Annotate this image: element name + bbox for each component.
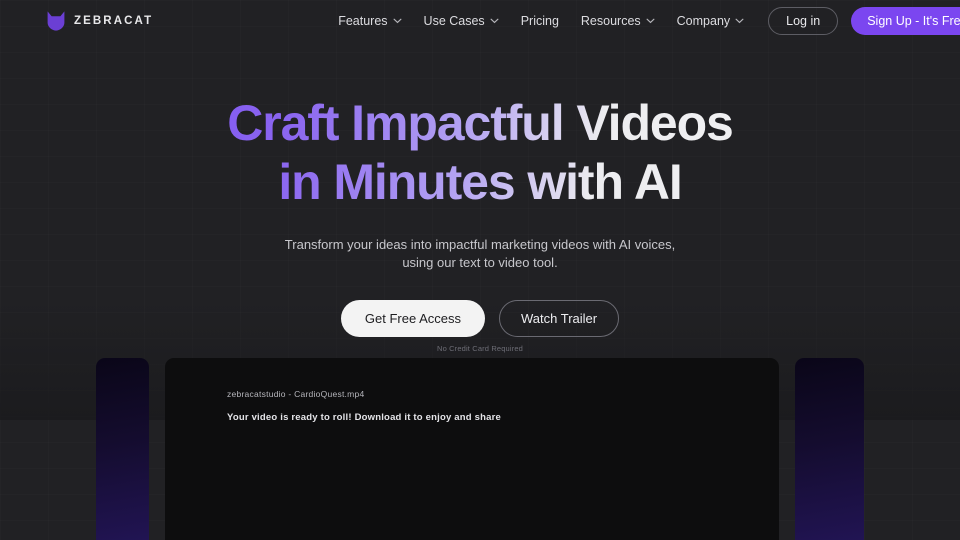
preview-main-panel[interactable]: zebracatstudio - CardioQuest.mp4 Your vi… (165, 358, 779, 540)
no-credit-card-disclaimer: No Credit Card Required (437, 343, 523, 353)
page-title: Craft Impactful Videos in Minutes with A… (0, 96, 960, 213)
site-header: ZEBRACAT Features Use Cases Pricing Reso… (0, 0, 960, 42)
zebracat-cat-head-logo-icon (47, 11, 65, 31)
nav-item-features[interactable]: Features (338, 14, 402, 28)
main-navigation: Features Use Cases Pricing Resources Com… (338, 14, 744, 28)
chevron-down-icon (646, 18, 655, 24)
nav-item-company[interactable]: Company (677, 14, 745, 28)
video-filename-label: zebracatstudio - CardioQuest.mp4 (227, 389, 365, 399)
hero-section: Craft Impactful Videos in Minutes with A… (0, 96, 960, 353)
nav-item-label: Use Cases (423, 14, 485, 28)
brand-logo[interactable]: ZEBRACAT (47, 11, 153, 31)
nav-item-label: Pricing (520, 14, 559, 28)
watch-trailer-button[interactable]: Watch Trailer (499, 299, 620, 337)
signup-button[interactable]: Sign Up - It's Free (851, 7, 960, 35)
subtitle-line-2: using our text to video tool. (402, 255, 558, 271)
chevron-down-icon (393, 18, 402, 24)
nav-item-label: Resources (580, 14, 641, 28)
preview-right-panel (795, 358, 864, 540)
subtitle-line-1: Transform your ideas into impactful mark… (284, 237, 676, 252)
nav-item-use-cases[interactable]: Use Cases (424, 14, 499, 28)
preview-left-panel (96, 358, 149, 540)
chevron-down-icon (735, 18, 744, 24)
nav-item-pricing[interactable]: Pricing (521, 14, 559, 28)
get-free-access-button[interactable]: Get Free Access (340, 299, 485, 337)
headline-line-2: in Minutes with AI (278, 154, 682, 210)
app-preview-mockup: zebracatstudio - CardioQuest.mp4 Your vi… (96, 358, 864, 540)
hero-subtitle: Transform your ideas into impactful mark… (0, 236, 960, 273)
nav-item-label: Features (338, 14, 388, 28)
brand-name: ZEBRACAT (74, 15, 154, 27)
auth-actions: Log in Sign Up - It's Free (768, 7, 960, 35)
headline-line-1: Craft Impactful Videos (227, 95, 733, 151)
nav-item-resources[interactable]: Resources (581, 14, 655, 28)
landing-page: ZEBRACAT Features Use Cases Pricing Reso… (0, 0, 960, 540)
login-button[interactable]: Log in (768, 7, 839, 35)
nav-item-label: Company (676, 14, 731, 28)
hero-cta-row: Get Free Access Watch Trailer (0, 299, 960, 337)
video-ready-message: Your video is ready to roll! Download it… (227, 412, 501, 423)
chevron-down-icon (490, 18, 499, 24)
